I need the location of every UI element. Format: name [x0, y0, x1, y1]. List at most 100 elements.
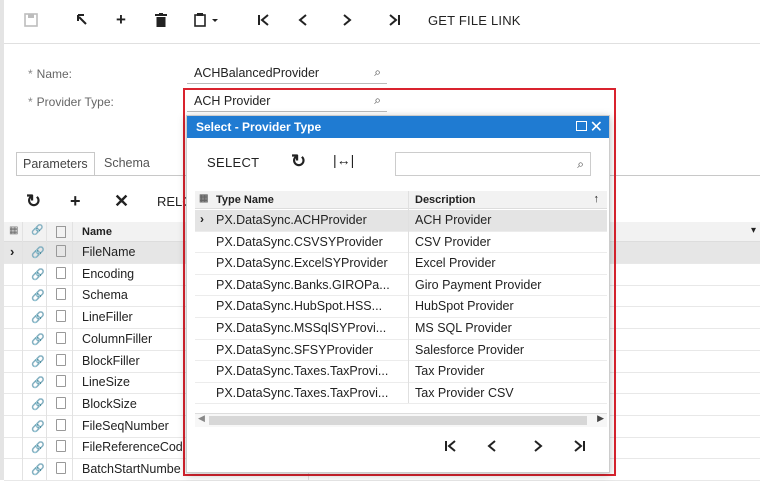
list-item[interactable]: PX.DataSync.HubSpot.HSS... HubSpot Provid… — [195, 296, 607, 318]
note-icon[interactable] — [56, 396, 66, 409]
type-name-cell: PX.DataSync.SFSYProvider — [216, 342, 374, 357]
last-icon[interactable] — [384, 9, 406, 31]
column-type-name[interactable]: Type Name — [216, 194, 274, 206]
row-selector-icon: › — [200, 212, 204, 226]
first-page-icon[interactable] — [443, 438, 457, 458]
list-item[interactable]: PX.DataSync.Taxes.TaxProvi... Tax Provide… — [195, 383, 607, 405]
popup-col-sep — [408, 191, 409, 403]
maximize-icon[interactable] — [576, 121, 587, 131]
note-icon[interactable] — [56, 266, 66, 279]
select-button[interactable]: SELECT — [207, 155, 259, 170]
scroll-right-icon[interactable]: ▶ — [597, 413, 604, 424]
attachment-icon[interactable]: 🔗 — [31, 311, 45, 324]
note-icon[interactable] — [56, 353, 66, 366]
add-row-icon[interactable]: + — [70, 191, 81, 212]
list-item[interactable]: PX.DataSync.Banks.GIROPa... Giro Payment … — [195, 275, 607, 297]
prev-page-icon[interactable] — [485, 438, 499, 458]
next-page-icon[interactable] — [531, 438, 545, 458]
grid-settings-icon[interactable]: ▦ — [199, 193, 208, 204]
tab-schema[interactable]: Schema — [98, 152, 156, 176]
column-description[interactable]: Description — [415, 194, 476, 206]
list-item[interactable]: PX.DataSync.MSSqlSYProvi... MS SQL Provid… — [195, 318, 607, 340]
get-file-link-button[interactable]: GET FILE LINK — [428, 13, 521, 28]
note-icon[interactable] — [56, 310, 66, 323]
popup-grid-header: ▦ Type Name Description ↑ — [195, 191, 607, 209]
provider-type-field[interactable]: ACH Provider ⌕ — [187, 92, 387, 112]
column-name[interactable]: Name — [82, 226, 112, 238]
scroll-thumb[interactable] — [209, 416, 587, 425]
description-cell: CSV Provider — [415, 234, 491, 249]
fit-columns-icon[interactable]: |↔| — [333, 152, 354, 168]
save-icon[interactable] — [20, 9, 42, 31]
list-item[interactable]: › PX.DataSync.ACHProvider ACH Provider — [195, 210, 607, 232]
note-icon[interactable] — [56, 375, 66, 388]
search-icon[interactable]: ⌕ — [374, 93, 381, 108]
refresh-icon[interactable]: ↻ — [26, 191, 41, 212]
clipboard-icon[interactable] — [188, 9, 228, 31]
scroll-left-icon[interactable]: ◀ — [198, 413, 205, 424]
grid-settings-icon[interactable]: ▦ — [9, 225, 18, 236]
attachment-icon[interactable]: 🔗 — [31, 463, 45, 476]
note-icon — [56, 226, 66, 238]
row-name: BlockFiller — [82, 353, 140, 368]
tab-parameters[interactable]: Parameters — [16, 152, 95, 176]
attachment-icon[interactable]: 🔗 — [31, 376, 45, 389]
note-icon[interactable] — [56, 462, 66, 474]
description-cell: MS SQL Provider — [415, 321, 512, 335]
row-name: ColumnFiller — [82, 331, 153, 346]
note-icon[interactable] — [56, 331, 66, 344]
first-icon[interactable] — [252, 9, 274, 31]
row-name: LineFiller — [82, 310, 133, 325]
sort-icon: ↑ — [593, 193, 600, 205]
column-menu-icon[interactable]: ▾ — [751, 225, 756, 236]
row-name: Schema — [82, 288, 128, 303]
type-name-cell: PX.DataSync.Taxes.TaxProvi... — [216, 385, 389, 400]
undo-icon[interactable] — [72, 9, 94, 31]
horizontal-scrollbar[interactable]: ◀ ▶ — [195, 413, 607, 427]
attachment-icon[interactable]: 🔗 — [31, 355, 45, 368]
delete-icon[interactable] — [150, 9, 172, 31]
refresh-icon[interactable]: ↻ — [291, 151, 306, 172]
row-name: FileSeqNumber — [82, 418, 169, 433]
attachment-icon[interactable]: 🔗 — [31, 289, 45, 302]
search-icon[interactable]: ⌕ — [374, 65, 381, 80]
list-item[interactable]: PX.DataSync.ExcelSYProvider Excel Provide… — [195, 253, 607, 275]
attachment-icon[interactable]: 🔗 — [31, 333, 45, 346]
attachment-icon[interactable]: 🔗 — [31, 398, 45, 411]
row-name: Encoding — [82, 266, 135, 281]
name-label: * Name: — [28, 67, 73, 81]
list-item[interactable]: PX.DataSync.CSVSYProvider CSV Provider — [195, 232, 607, 254]
row-name: BatchStartNumbe — [82, 462, 181, 476]
attachment-icon[interactable]: 🔗 — [31, 246, 45, 259]
select-provider-type-dialog: Select - Provider Type ✕ SELECT ↻ |↔| ⌕ … — [186, 115, 610, 473]
toolbar-divider — [4, 43, 760, 44]
dialog-title-bar: Select - Provider Type ✕ — [187, 116, 609, 138]
attachment-icon[interactable]: 🔗 — [31, 441, 45, 454]
add-icon[interactable]: + — [110, 9, 132, 31]
next-icon[interactable] — [336, 9, 358, 31]
list-item[interactable]: PX.DataSync.SFSYProvider Salesforce Provi… — [195, 340, 607, 362]
type-name-cell: PX.DataSync.HubSpot.HSS... — [216, 299, 383, 314]
close-icon[interactable]: ✕ — [590, 117, 603, 137]
prev-icon[interactable] — [292, 9, 314, 31]
type-name-cell: PX.DataSync.Taxes.TaxProvi... — [216, 364, 389, 379]
last-page-icon[interactable] — [573, 438, 587, 458]
description-cell: Tax Provider CSV — [415, 385, 514, 400]
attachment-icon[interactable]: 🔗 — [31, 420, 45, 433]
name-field[interactable]: ACHBalancedProvider ⌕ — [187, 64, 387, 84]
grid-col-sep — [46, 222, 47, 480]
search-input[interactable]: ⌕ — [395, 152, 591, 176]
note-icon[interactable] — [56, 288, 66, 301]
list-item[interactable]: PX.DataSync.Taxes.TaxProvi... Tax Provide… — [195, 361, 607, 383]
search-icon[interactable]: ⌕ — [577, 157, 584, 172]
note-icon[interactable] — [56, 440, 66, 453]
description-cell: Salesforce Provider — [415, 342, 525, 357]
row-name: LineSize — [82, 375, 130, 390]
note-icon[interactable] — [56, 245, 66, 257]
attachment-icon[interactable]: 🔗 — [31, 268, 45, 281]
row-selector-icon: › — [10, 244, 15, 259]
grid-col-sep — [22, 222, 23, 480]
delete-row-icon[interactable]: ✕ — [114, 191, 129, 212]
note-icon[interactable] — [56, 418, 66, 431]
description-cell: Tax Provider — [415, 364, 485, 379]
